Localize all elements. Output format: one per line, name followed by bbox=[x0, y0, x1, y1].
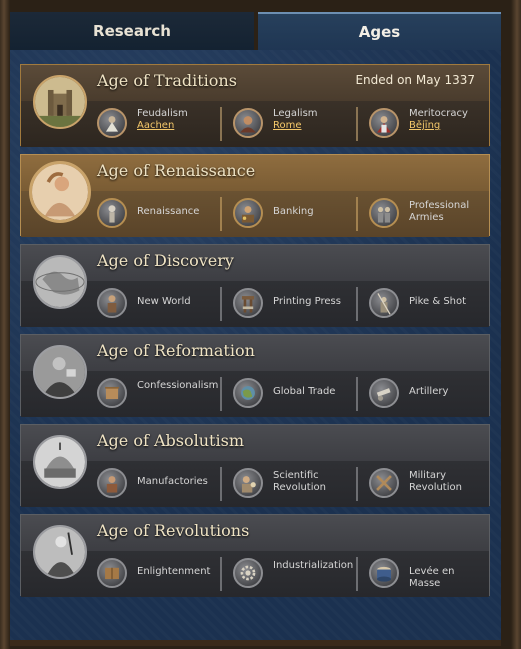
divider bbox=[219, 377, 223, 411]
age-status: Ended on May 1337 bbox=[355, 73, 475, 87]
objective-scientific-revolution[interactable]: Scientific Revolution bbox=[233, 466, 343, 502]
objective-label: Confessionalism bbox=[137, 380, 219, 391]
scientist-icon bbox=[233, 468, 263, 498]
age-title: Age of Renaissance bbox=[97, 161, 256, 180]
age-card-header bbox=[21, 335, 489, 372]
objective-city-link[interactable]: Rome bbox=[273, 120, 302, 131]
official-icon bbox=[369, 108, 399, 138]
age-card-absolutism[interactable]: Age of Absolutism Manufactories Scientif… bbox=[20, 424, 490, 507]
objective-label: Legalism bbox=[273, 108, 318, 119]
scholar-icon bbox=[233, 108, 263, 138]
world-trade-icon bbox=[233, 378, 263, 408]
age-card-revolutions[interactable]: Age of Revolutions Enlightenment Industr… bbox=[20, 514, 490, 597]
objective-levee-en-masse[interactable]: Levée en Masse bbox=[369, 556, 481, 592]
objective-label: Levée en Masse bbox=[409, 566, 455, 589]
divider bbox=[219, 557, 223, 591]
age-card-header bbox=[21, 245, 489, 282]
castle-icon bbox=[33, 75, 87, 129]
statue-icon bbox=[97, 198, 127, 228]
divider bbox=[355, 377, 359, 411]
age-card-traditions[interactable]: Age of Traditions Ended on May 1337 Feud… bbox=[20, 64, 490, 147]
divider bbox=[355, 287, 359, 321]
age-title: Age of Discovery bbox=[97, 251, 234, 270]
objective-label: Pike & Shot bbox=[409, 296, 467, 307]
objective-enlightenment[interactable]: Enlightenment bbox=[97, 556, 210, 592]
objective-pike-and-shot[interactable]: Pike & Shot bbox=[369, 286, 481, 322]
divider bbox=[355, 197, 359, 231]
objective-feudalism[interactable]: Feudalism Aachen bbox=[97, 106, 207, 142]
objective-label: Manufactories bbox=[137, 476, 208, 487]
divider bbox=[219, 197, 223, 231]
objective-renaissance[interactable]: Renaissance bbox=[97, 196, 207, 232]
objective-military-revolution[interactable]: Military Revolution bbox=[369, 466, 481, 502]
objective-label: Scientific Revolution bbox=[273, 470, 326, 493]
objective-meritocracy[interactable]: Meritocracy Bějīng bbox=[369, 106, 481, 142]
objective-label: Banking bbox=[273, 206, 314, 217]
objective-label: Military Revolution bbox=[409, 470, 462, 493]
age-card-reformation[interactable]: Age of Reformation Confessionalism Globa… bbox=[20, 334, 490, 417]
objective-manufactories[interactable]: Manufactories bbox=[97, 466, 208, 502]
objective-city-link[interactable]: Bějīng bbox=[409, 120, 440, 131]
crossed-muskets-icon bbox=[369, 468, 399, 498]
age-card-header bbox=[21, 515, 489, 552]
monk-icon bbox=[97, 108, 127, 138]
drum-icon bbox=[369, 558, 399, 588]
tab-bar: Research Ages bbox=[10, 12, 501, 50]
pikeman-icon bbox=[369, 288, 399, 318]
workshop-icon bbox=[97, 468, 127, 498]
gear-icon bbox=[233, 558, 263, 588]
age-title: Age of Reformation bbox=[97, 341, 255, 360]
globe-icon bbox=[33, 255, 87, 309]
dome-icon bbox=[33, 435, 87, 489]
objective-label: Artillery bbox=[409, 386, 449, 397]
preacher-icon bbox=[33, 345, 87, 399]
book-icon bbox=[97, 558, 127, 588]
divider bbox=[219, 287, 223, 321]
objective-industrialization[interactable]: Industrialization bbox=[233, 556, 353, 592]
age-card-header bbox=[21, 425, 489, 462]
objective-confessionalism[interactable]: Confessionalism bbox=[97, 376, 218, 412]
banker-icon bbox=[233, 198, 263, 228]
divider bbox=[355, 107, 359, 141]
divider bbox=[219, 107, 223, 141]
objective-city-link[interactable]: Aachen bbox=[137, 120, 174, 131]
objective-label: Global Trade bbox=[273, 386, 336, 397]
soldiers-icon bbox=[369, 198, 399, 228]
objective-artillery[interactable]: Artillery bbox=[369, 376, 481, 412]
objective-label: Renaissance bbox=[137, 206, 200, 217]
objective-label: Professional Armies bbox=[409, 200, 470, 223]
objective-printing-press[interactable]: Printing Press bbox=[233, 286, 343, 322]
age-card-discovery[interactable]: Age of Discovery New World Printing Pres… bbox=[20, 244, 490, 327]
cannon-icon bbox=[369, 378, 399, 408]
objective-label: Enlightenment bbox=[137, 566, 211, 577]
tab-ages[interactable]: Ages bbox=[258, 12, 501, 50]
tab-research[interactable]: Research bbox=[10, 12, 254, 50]
objective-label: Industrialization bbox=[273, 560, 354, 571]
objective-global-trade[interactable]: Global Trade bbox=[233, 376, 343, 412]
scroll-icon bbox=[97, 378, 127, 408]
objective-banking[interactable]: Banking bbox=[233, 196, 343, 232]
age-title: Age of Absolutism bbox=[97, 431, 244, 450]
objective-professional-armies[interactable]: Professional Armies bbox=[369, 196, 481, 232]
divider bbox=[219, 467, 223, 501]
objective-label: Meritocracy bbox=[409, 108, 468, 119]
age-title: Age of Revolutions bbox=[97, 521, 250, 540]
age-title: Age of Traditions bbox=[97, 71, 237, 90]
objective-legalism[interactable]: Legalism Rome bbox=[233, 106, 343, 142]
divider bbox=[355, 557, 359, 591]
objective-label: Feudalism bbox=[137, 108, 188, 119]
renaissance-figure-icon bbox=[29, 161, 91, 223]
objective-label: Printing Press bbox=[273, 296, 341, 307]
age-card-renaissance[interactable]: Age of Renaissance Renaissance Banking P… bbox=[20, 154, 490, 237]
divider bbox=[355, 467, 359, 501]
explorer-icon bbox=[97, 288, 127, 318]
objective-new-world[interactable]: New World bbox=[97, 286, 207, 322]
ages-panel: Age of Traditions Ended on May 1337 Feud… bbox=[10, 50, 501, 646]
objective-label: New World bbox=[137, 296, 191, 307]
press-icon bbox=[233, 288, 263, 318]
revolutionary-icon bbox=[33, 525, 87, 579]
